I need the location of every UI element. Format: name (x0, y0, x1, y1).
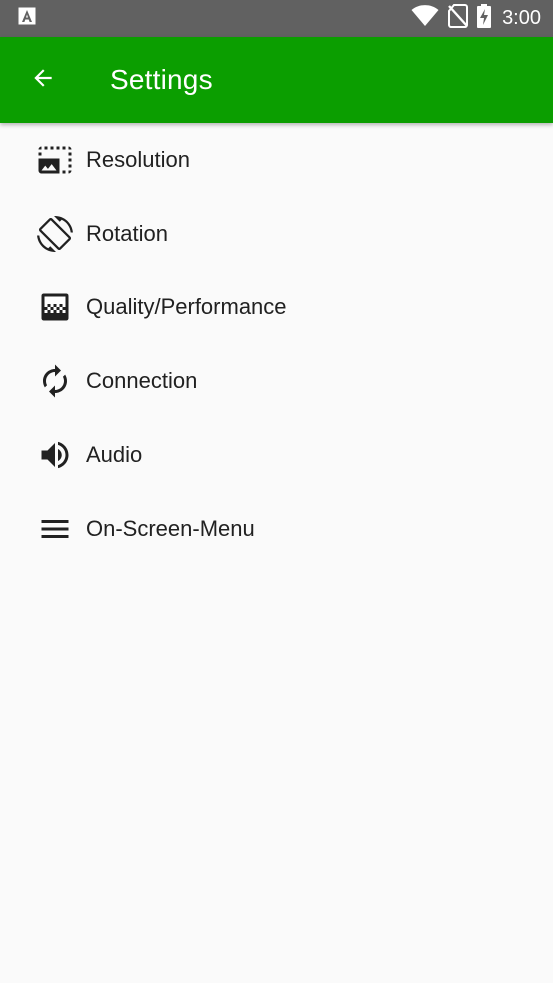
settings-item-on-screen-menu[interactable]: On-Screen-Menu (0, 492, 553, 566)
settings-list: Resolution Rotation Quality/Performance … (0, 123, 553, 566)
no-sim-icon (448, 4, 469, 33)
app-bar: Settings (0, 37, 553, 123)
gradient-icon (37, 289, 73, 325)
status-bar-right: 3:00 (411, 4, 541, 33)
settings-item-audio[interactable]: Audio (0, 418, 553, 492)
settings-item-resolution[interactable]: Resolution (0, 123, 553, 197)
settings-item-connection[interactable]: Connection (0, 344, 553, 418)
clock: 3:00 (502, 7, 541, 29)
settings-item-label: Quality/Performance (86, 294, 287, 320)
settings-item-label: Resolution (86, 146, 190, 172)
volume-up-icon (37, 437, 73, 473)
settings-item-label: Audio (86, 442, 143, 468)
screen-rotation-icon (37, 215, 73, 252)
battery-charging-icon (477, 4, 492, 33)
settings-item-label: Rotation (86, 220, 168, 246)
back-button[interactable] (15, 52, 71, 108)
a-icon (18, 7, 36, 30)
settings-item-label: Connection (86, 368, 198, 394)
autorenew-icon (37, 363, 73, 399)
settings-item-rotation[interactable]: Rotation (0, 197, 553, 271)
photo-size-select-icon (37, 142, 73, 178)
arrow-back-icon (30, 65, 56, 96)
page-title: Settings (110, 64, 213, 95)
status-bar: 3:00 (0, 0, 553, 37)
menu-icon (37, 511, 73, 547)
settings-item-label: On-Screen-Menu (86, 515, 255, 541)
status-bar-left (18, 7, 36, 30)
settings-item-quality-performance[interactable]: Quality/Performance (0, 271, 553, 345)
wifi-icon (411, 5, 439, 32)
